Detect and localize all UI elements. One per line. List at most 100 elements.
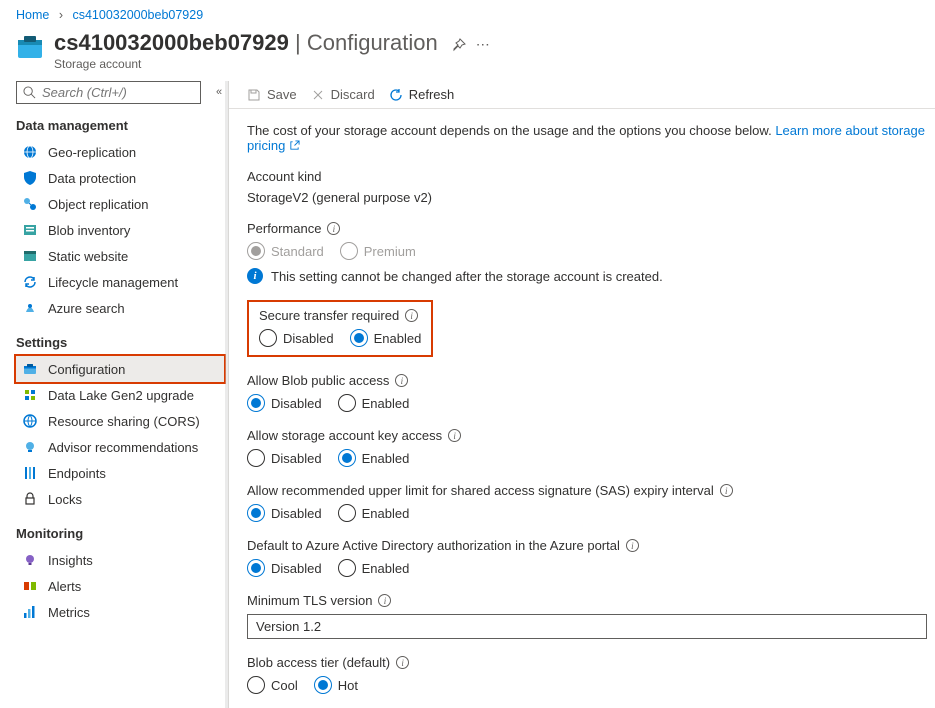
- radio-disabled[interactable]: Disabled: [247, 559, 322, 577]
- sidebar-item-label: Azure search: [48, 301, 125, 316]
- radio-premium: Premium: [340, 242, 416, 260]
- radio-enabled[interactable]: Enabled: [338, 559, 410, 577]
- info-icon[interactable]: i: [396, 656, 409, 669]
- radio-circle-icon: [340, 242, 358, 260]
- performance-notice: i This setting cannot be changed after t…: [247, 268, 927, 284]
- radio-label: Cool: [271, 678, 298, 693]
- section-title: Settings: [16, 335, 224, 350]
- radio-disabled[interactable]: Disabled: [259, 329, 334, 347]
- sidebar-item-label: Alerts: [48, 579, 81, 594]
- radio-enabled[interactable]: Enabled: [338, 449, 410, 467]
- main-panel: Save Discard Refresh The cost of your st…: [228, 81, 935, 708]
- info-icon[interactable]: i: [626, 539, 639, 552]
- page-subtitle: Storage account: [54, 57, 438, 71]
- breadcrumb-home[interactable]: Home: [16, 8, 49, 22]
- sidebar-item-lifecycle[interactable]: Lifecycle management: [16, 269, 224, 295]
- radio-enabled[interactable]: Enabled: [338, 394, 410, 412]
- sidebar-item-config[interactable]: Configuration: [16, 356, 224, 382]
- radio-label: Disabled: [271, 396, 322, 411]
- metrics-icon: [22, 604, 38, 620]
- locks-icon: [22, 491, 38, 507]
- search-input-wrapper[interactable]: [16, 81, 201, 104]
- radio-standard: Standard: [247, 242, 324, 260]
- performance-label: Performance: [247, 221, 321, 236]
- radio-label: Enabled: [362, 451, 410, 466]
- blob-public-label: Allow Blob public access: [247, 373, 389, 388]
- radio-cool[interactable]: Cool: [247, 676, 298, 694]
- sidebar-item-locks[interactable]: Locks: [16, 486, 224, 512]
- radio-disabled[interactable]: Disabled: [247, 394, 322, 412]
- radio-disabled[interactable]: Disabled: [247, 449, 322, 467]
- radio-circle-icon: [247, 242, 265, 260]
- radio-label: Enabled: [374, 331, 422, 346]
- datalake-icon: [22, 387, 38, 403]
- info-icon[interactable]: i: [448, 429, 461, 442]
- info-icon[interactable]: i: [395, 374, 408, 387]
- sidebar-item-dataprot[interactable]: Data protection: [16, 165, 224, 191]
- account-kind-label: Account kind: [247, 169, 927, 184]
- radio-label: Disabled: [271, 561, 322, 576]
- info-icon[interactable]: i: [327, 222, 340, 235]
- sidebar-item-advisor[interactable]: Advisor recommendations: [16, 434, 224, 460]
- field-tls: Minimum TLS version i Version 1.2: [247, 593, 927, 639]
- search-icon: [22, 300, 38, 316]
- sidebar-item-objrep[interactable]: Object replication: [16, 191, 224, 217]
- more-icon[interactable]: ⋯: [476, 36, 490, 53]
- sidebar-item-endpoints[interactable]: Endpoints: [16, 460, 224, 486]
- chevron-right-icon: ›: [59, 8, 63, 22]
- field-key-access: Allow storage account key access i Disabl…: [247, 428, 927, 467]
- sas-expiry-label: Allow recommended upper limit for shared…: [247, 483, 714, 498]
- sidebar-item-insights[interactable]: Insights: [16, 547, 224, 573]
- sidebar-item-geo[interactable]: Geo-replication: [16, 139, 224, 165]
- sidebar-item-label: Resource sharing (CORS): [48, 414, 200, 429]
- info-icon[interactable]: i: [378, 594, 391, 607]
- discard-icon: [311, 88, 325, 102]
- search-input[interactable]: [42, 85, 194, 100]
- radio-hot[interactable]: Hot: [314, 676, 358, 694]
- objrep-icon: [22, 196, 38, 212]
- tls-select[interactable]: Version 1.2: [247, 614, 927, 639]
- sidebar-item-label: Data Lake Gen2 upgrade: [48, 388, 194, 403]
- info-icon[interactable]: i: [720, 484, 733, 497]
- breadcrumb: Home › cs410032000beb07929: [0, 0, 935, 26]
- sidebar-item-label: Data protection: [48, 171, 136, 186]
- info-icon[interactable]: i: [405, 309, 418, 322]
- radio-label: Disabled: [271, 506, 322, 521]
- advisor-icon: [22, 439, 38, 455]
- lifecycle-icon: [22, 274, 38, 290]
- sidebar-item-alerts[interactable]: Alerts: [16, 573, 224, 599]
- sidebar-item-static[interactable]: Static website: [16, 243, 224, 269]
- sidebar-item-metrics[interactable]: Metrics: [16, 599, 224, 625]
- radio-enabled[interactable]: Enabled: [338, 504, 410, 522]
- radio-label: Standard: [271, 244, 324, 259]
- sidebar-item-cors[interactable]: Resource sharing (CORS): [16, 408, 224, 434]
- field-sas-expiry: Allow recommended upper limit for shared…: [247, 483, 927, 522]
- radio-circle-icon: [259, 329, 277, 347]
- collapse-sidebar-icon[interactable]: «: [216, 86, 222, 98]
- geo-icon: [22, 144, 38, 160]
- sidebar-item-blobinv[interactable]: Blob inventory: [16, 217, 224, 243]
- radio-label: Enabled: [362, 506, 410, 521]
- sidebar-item-label: Metrics: [48, 605, 90, 620]
- save-button[interactable]: Save: [247, 87, 297, 102]
- sidebar-item-datalake[interactable]: Data Lake Gen2 upgrade: [16, 382, 224, 408]
- radio-circle-icon: [350, 329, 368, 347]
- pin-icon[interactable]: [452, 38, 466, 55]
- field-aad-default: Default to Azure Active Directory author…: [247, 538, 927, 577]
- field-performance: Performance i Standard Premium i This sett…: [247, 221, 927, 284]
- dataprot-icon: [22, 170, 38, 186]
- breadcrumb-resource[interactable]: cs410032000beb07929: [72, 8, 203, 22]
- sidebar-item-label: Lifecycle management: [48, 275, 178, 290]
- radio-disabled[interactable]: Disabled: [247, 504, 322, 522]
- refresh-button[interactable]: Refresh: [389, 87, 455, 102]
- tls-label: Minimum TLS version: [247, 593, 372, 608]
- secure-transfer-label: Secure transfer required: [259, 308, 399, 323]
- radio-circle-icon: [247, 394, 265, 412]
- key-access-label: Allow storage account key access: [247, 428, 442, 443]
- radio-circle-icon: [338, 559, 356, 577]
- radio-circle-icon: [314, 676, 332, 694]
- sidebar-item-search[interactable]: Azure search: [16, 295, 224, 321]
- radio-circle-icon: [338, 449, 356, 467]
- radio-enabled[interactable]: Enabled: [350, 329, 422, 347]
- discard-button[interactable]: Discard: [311, 87, 375, 102]
